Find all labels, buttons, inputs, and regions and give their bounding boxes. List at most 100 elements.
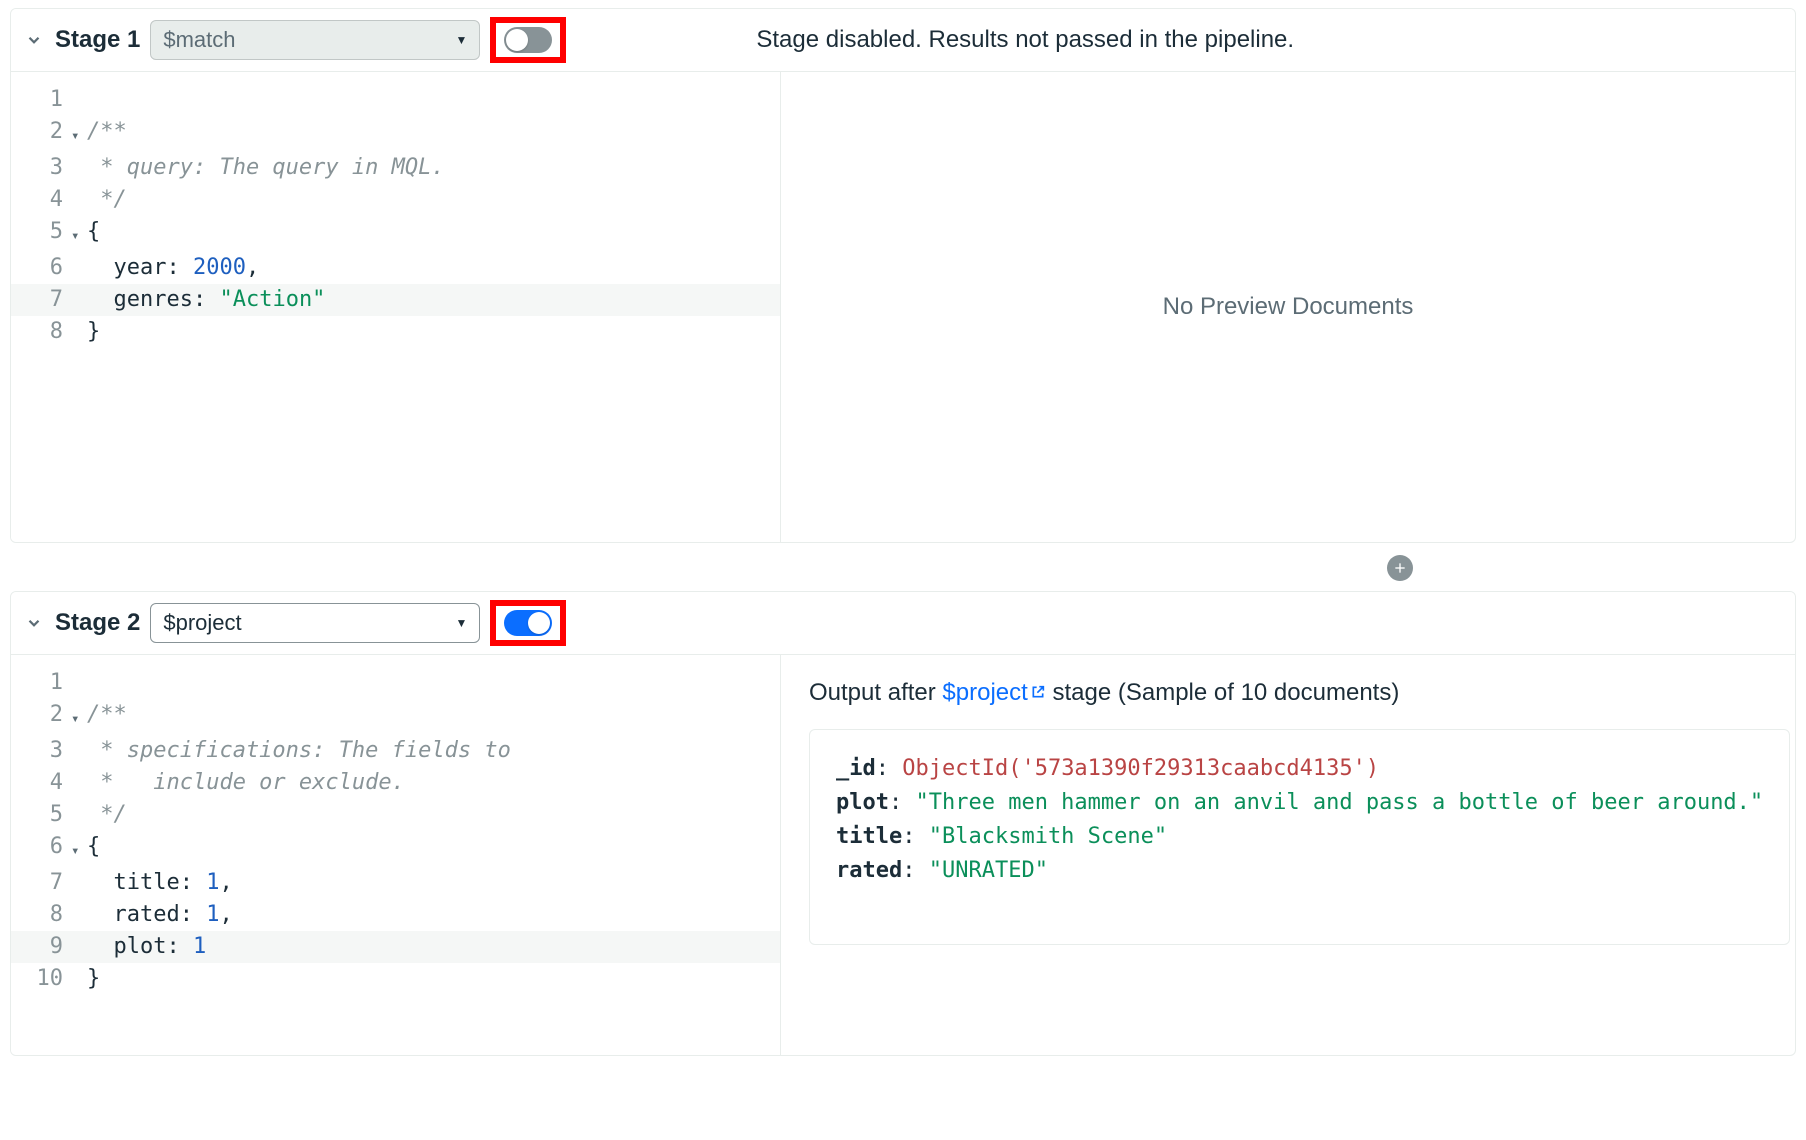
stage-2-card: Stage 2 $project ▼ 12▾/**3 * specificati… (10, 591, 1796, 1056)
code-line[interactable]: 3 * query: The query in MQL. (11, 152, 780, 184)
stage-1-preview-pane: No Preview Documents (781, 72, 1795, 542)
code-text: /** (87, 699, 780, 731)
field-title-label: title (836, 824, 902, 849)
line-number: 10 (11, 963, 71, 995)
code-line[interactable]: 7 title: 1, (11, 867, 780, 899)
field-id-label: _id (836, 756, 876, 781)
line-number: 1 (11, 667, 71, 699)
code-line[interactable]: 5▾{ (11, 216, 780, 252)
code-text: { (87, 216, 780, 248)
fold-icon (71, 284, 87, 288)
code-text: { (87, 831, 780, 863)
stage-1-toggle-highlight (490, 17, 566, 63)
field-plot-label: plot (836, 790, 889, 815)
code-line[interactable]: 2▾/** (11, 699, 780, 735)
code-text: } (87, 316, 780, 348)
collapse-icon[interactable] (23, 29, 45, 51)
stage-1-enable-toggle[interactable] (504, 27, 552, 53)
code-line[interactable]: 4 * include or exclude. (11, 767, 780, 799)
fold-icon (71, 667, 87, 671)
stage-2-body: 12▾/**3 * specifications: The fields to4… (11, 655, 1795, 1055)
line-number: 6 (11, 252, 71, 284)
stage-1-body: 12▾/**3 * query: The query in MQL.4 */5▾… (11, 72, 1795, 542)
code-line[interactable]: 1 (11, 667, 780, 699)
stage-1-disabled-message: Stage disabled. Results not passed in th… (756, 26, 1294, 54)
field-rated-value: "UNRATED" (929, 858, 1048, 883)
code-line[interactable]: 10} (11, 963, 780, 995)
code-text: year: 2000, (87, 252, 780, 284)
stage-2-header: Stage 2 $project ▼ (11, 592, 1795, 655)
line-number: 9 (11, 931, 71, 963)
stage-2-toggle-highlight (490, 600, 566, 646)
fold-icon (71, 767, 87, 771)
stage-2-output-pane: Output after $project stage (Sample of 1… (781, 655, 1795, 1055)
line-number: 4 (11, 184, 71, 216)
code-text: title: 1, (87, 867, 780, 899)
fold-icon[interactable]: ▾ (71, 116, 87, 152)
code-line[interactable]: 6▾{ (11, 831, 780, 867)
document-card[interactable]: _id: ObjectId('573a1390f29313caabcd4135'… (809, 729, 1790, 945)
add-stage-row (993, 555, 1806, 581)
line-number: 6 (11, 831, 71, 863)
code-line[interactable]: 7 genres: "Action" (11, 284, 780, 316)
code-line[interactable]: 4 */ (11, 184, 780, 216)
stage-1-card: Stage 1 $match ▼ Stage disabled. Results… (10, 8, 1796, 543)
output-prefix: Output after (809, 679, 942, 706)
code-line[interactable]: 2▾/** (11, 116, 780, 152)
code-line[interactable]: 1 (11, 84, 780, 116)
fold-icon (71, 931, 87, 935)
line-number: 8 (11, 899, 71, 931)
stage-2-enable-toggle[interactable] (504, 610, 552, 636)
external-link-icon (1030, 679, 1046, 707)
fold-icon[interactable]: ▾ (71, 699, 87, 735)
code-line[interactable]: 9 plot: 1 (11, 931, 780, 963)
code-text: */ (87, 799, 780, 831)
code-line[interactable]: 6 year: 2000, (11, 252, 780, 284)
code-text: genres: "Action" (87, 284, 780, 316)
line-number: 2 (11, 699, 71, 731)
code-line[interactable]: 8 rated: 1, (11, 899, 780, 931)
fold-icon (71, 867, 87, 871)
stage-1-operator-select[interactable]: $match ▼ (150, 20, 480, 60)
stage-1-operator-value: $match (163, 27, 235, 53)
field-plot-value: "Three men hammer on an anvil and pass a… (915, 790, 1763, 815)
code-text: * specifications: The fields to (87, 735, 780, 767)
line-number: 3 (11, 152, 71, 184)
code-text: * query: The query in MQL. (87, 152, 780, 184)
line-number: 7 (11, 867, 71, 899)
code-text: * include or exclude. (87, 767, 780, 799)
line-number: 2 (11, 116, 71, 148)
code-line[interactable]: 3 * specifications: The fields to (11, 735, 780, 767)
output-suffix: stage (Sample of 10 documents) (1052, 679, 1399, 706)
line-number: 5 (11, 216, 71, 248)
code-line[interactable]: 5 */ (11, 799, 780, 831)
add-stage-button[interactable] (1387, 555, 1413, 581)
stage-1-code-editor[interactable]: 12▾/**3 * query: The query in MQL.4 */5▾… (11, 72, 781, 542)
fold-icon (71, 252, 87, 256)
fold-icon[interactable]: ▾ (71, 831, 87, 867)
dropdown-caret-icon: ▼ (455, 616, 467, 630)
stage-2-operator-select[interactable]: $project ▼ (150, 603, 480, 643)
stage-2-code-editor[interactable]: 12▾/**3 * specifications: The fields to4… (11, 655, 781, 1055)
line-number: 5 (11, 799, 71, 831)
fold-icon (71, 799, 87, 803)
stage-1-title: Stage 1 (55, 26, 140, 54)
line-number: 1 (11, 84, 71, 116)
output-stage-link[interactable]: $project (942, 679, 1045, 706)
collapse-icon[interactable] (23, 612, 45, 634)
code-text: plot: 1 (87, 931, 780, 963)
fold-icon (71, 84, 87, 88)
field-id-value: ObjectId('573a1390f29313caabcd4135') (902, 756, 1379, 781)
stage-2-title: Stage 2 (55, 609, 140, 637)
fold-icon (71, 316, 87, 320)
line-number: 8 (11, 316, 71, 348)
stage-2-operator-value: $project (163, 610, 241, 636)
code-text: /** (87, 116, 780, 148)
code-line[interactable]: 8} (11, 316, 780, 348)
code-text: } (87, 963, 780, 995)
fold-icon (71, 184, 87, 188)
fold-icon[interactable]: ▾ (71, 216, 87, 252)
field-rated-label: rated (836, 858, 902, 883)
fold-icon (71, 899, 87, 903)
output-heading: Output after $project stage (Sample of 1… (809, 679, 1777, 707)
